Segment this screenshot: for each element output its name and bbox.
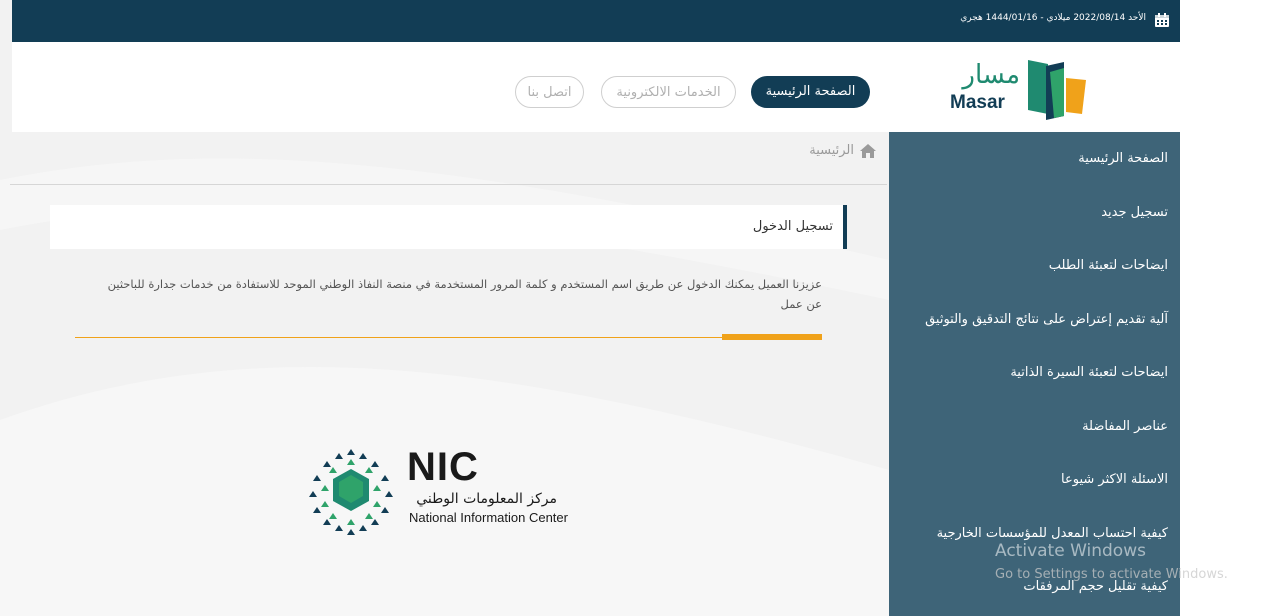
logo-english: Masar xyxy=(950,92,1005,113)
nav-eservices-button[interactable]: الخدمات الالكترونية xyxy=(601,76,736,108)
sidebar-item-criteria[interactable]: عناصر المفاضلة xyxy=(1082,419,1168,434)
sidebar-item-home[interactable]: الصفحة الرئيسية xyxy=(1078,151,1168,166)
accent-divider-thick xyxy=(722,334,822,340)
breadcrumb: الرئيسية xyxy=(809,143,876,158)
masar-logo-mark xyxy=(1028,60,1086,120)
home-icon[interactable] xyxy=(860,143,876,158)
nav-contact-button[interactable]: اتصل بنا xyxy=(515,76,584,108)
top-bar: الأحد 2022/08/14 ميلادي - 1444/01/16 هجر… xyxy=(12,0,1180,42)
sidebar-item-register[interactable]: تسجيل جديد xyxy=(1101,205,1168,220)
watermark-subtitle: Go to Settings to activate Windows. xyxy=(995,567,1228,582)
watermark-title: Activate Windows xyxy=(995,541,1146,561)
login-description: عزيزنا العميل يمكنك الدخول عن طريق اسم ا… xyxy=(107,277,822,311)
sidebar-item-cv-guide[interactable]: ايضاحات لتعبئة السيرة الذاتية xyxy=(1010,365,1168,380)
sidebar-item-faq[interactable]: الاسئلة الاكثر شيوعا xyxy=(1061,472,1168,487)
breadcrumb-home-link[interactable]: الرئيسية xyxy=(809,143,854,158)
nic-arabic-name: مركز المعلومات الوطني xyxy=(416,491,557,507)
nic-english-name: National Information Center xyxy=(409,510,568,525)
nav-home-button[interactable]: الصفحة الرئيسية xyxy=(751,76,870,108)
accent-divider xyxy=(75,337,822,338)
windows-activation-watermark: Activate Windows Go to Settings to activ… xyxy=(995,541,1228,582)
page-gutter xyxy=(1180,0,1269,616)
logo-arabic: مسار xyxy=(962,60,1020,90)
nic-emblem-icon xyxy=(309,449,393,535)
nic-logo[interactable]: NIC مركز المعلومات الوطني National Infor… xyxy=(305,445,605,540)
header: مسار Masar الصفحة الرئيسية الخدمات الالك… xyxy=(12,42,1180,132)
sidebar-item-application-guide[interactable]: ايضاحات لتعبئة الطلب xyxy=(1049,258,1168,273)
calendar-icon xyxy=(1155,13,1169,27)
login-title-box: تسجيل الدخول xyxy=(50,205,847,249)
sidebar-item-gpa-calculation[interactable]: كيفية احتساب المعدل للمؤسسات الخارجية xyxy=(937,526,1168,541)
breadcrumb-divider xyxy=(10,184,887,185)
sidebar-item-objection[interactable]: آلية تقديم إعتراض على نتائج التدقيق والت… xyxy=(925,312,1168,327)
nic-acronym: NIC xyxy=(407,445,479,489)
login-title: تسجيل الدخول xyxy=(752,219,833,234)
date-text: الأحد 2022/08/14 ميلادي - 1444/01/16 هجر… xyxy=(960,13,1146,23)
masar-logo[interactable]: مسار Masar xyxy=(950,58,1090,120)
